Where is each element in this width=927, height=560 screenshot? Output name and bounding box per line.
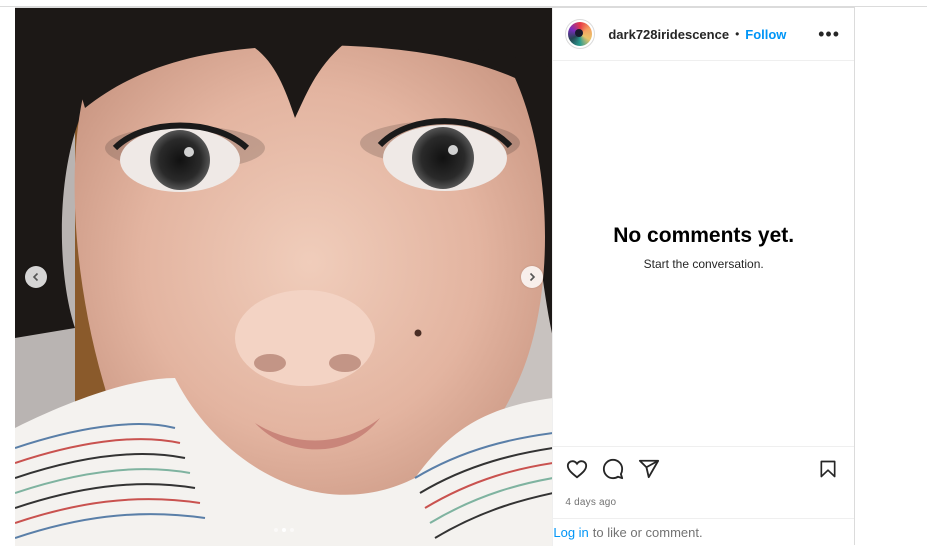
post-side-panel: dark728iridescence • Follow ••• No comme…	[552, 8, 854, 546]
login-prompt: Log in to like or comment.	[553, 519, 854, 546]
more-options-icon[interactable]: •••	[818, 25, 840, 43]
post-media[interactable]	[15, 8, 553, 546]
comments-area: No comments yet. Start the conversation.	[553, 61, 854, 447]
previous-slide-button[interactable]	[25, 266, 47, 288]
empty-comments-title: No comments yet.	[613, 224, 795, 247]
username-link[interactable]: dark728iridescence	[608, 27, 729, 42]
post-photo	[15, 8, 553, 546]
login-link[interactable]: Log in	[553, 525, 588, 540]
post-header: dark728iridescence • Follow •••	[553, 8, 854, 61]
separator-dot: •	[735, 27, 740, 41]
next-slide-button[interactable]	[521, 266, 543, 288]
login-prompt-text: to like or comment.	[592, 525, 703, 540]
paper-plane-icon[interactable]	[637, 457, 661, 481]
action-bar: 4 days ago	[553, 447, 854, 519]
post-timestamp[interactable]: 4 days ago	[565, 497, 840, 508]
avatar[interactable]	[565, 19, 596, 49]
slide-dot	[290, 528, 294, 532]
slide-dot-active	[282, 528, 286, 532]
empty-comments-subtitle: Start the conversation.	[643, 257, 764, 271]
follow-button[interactable]: Follow	[745, 27, 786, 42]
heart-icon[interactable]	[565, 457, 589, 481]
slide-indicator	[15, 528, 552, 532]
chevron-left-icon	[32, 272, 39, 282]
bookmark-icon[interactable]	[816, 457, 840, 481]
comment-icon[interactable]	[601, 457, 625, 481]
post-dialog: dark728iridescence • Follow ••• No comme…	[15, 7, 855, 546]
slide-dot	[274, 528, 278, 532]
chevron-right-icon	[529, 272, 536, 282]
